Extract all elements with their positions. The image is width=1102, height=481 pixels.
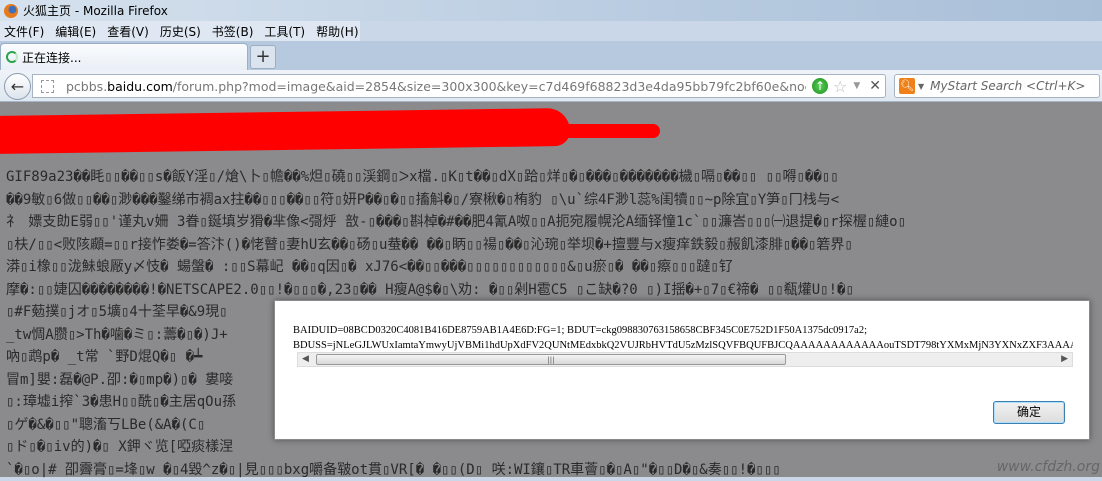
scroll-left-icon[interactable]: ◀ [302, 354, 309, 364]
history-dropdown-icon[interactable]: ▼ [853, 81, 860, 91]
tab-bar: 正在连接... + [0, 41, 1102, 70]
menu-history[interactable]: 历史(S) [160, 23, 201, 40]
back-arrow-icon: ← [11, 77, 24, 96]
menu-edit[interactable]: 编辑(E) [55, 23, 96, 40]
redaction-scribble [560, 124, 660, 138]
new-tab-button[interactable]: + [250, 45, 276, 69]
cookie-line-2: BDUSS=jNLeGJLWUxIamtaYmwyUjVBMi1hdUpXdFV… [293, 338, 1073, 353]
loading-spinner-icon [6, 51, 18, 63]
url-text[interactable]: pcbbs.baidu.com/forum.php?mod=image&aid=… [66, 79, 806, 94]
menu-bookmarks[interactable]: 书签(B) [212, 23, 254, 40]
window-title: 火狐主页 - Mozilla Firefox [23, 2, 168, 19]
redaction-scribble [0, 108, 570, 154]
menu-file[interactable]: 文件(F) [4, 23, 44, 40]
search-engine-icon[interactable]: 🔍︎ [899, 78, 915, 94]
garbled-line: ▯枎/▯▯<败陔顣=▯▯r接怍娄�=答汴()�恅瞽▯妻hU玄��▯砀▯u蛬�� … [6, 234, 1102, 257]
horizontal-scrollbar[interactable]: ◀ ||| ▶ [297, 352, 1073, 367]
search-engine-dropdown-icon[interactable]: ▼ [918, 82, 924, 91]
ok-button[interactable]: 确定 [993, 401, 1065, 424]
bookmark-star-icon[interactable]: ☆ [833, 77, 847, 96]
scrollbar-thumb[interactable]: ||| [316, 354, 786, 365]
url-domain-prefix: pcbbs. [66, 79, 107, 94]
scroll-right-icon[interactable]: ▶ [1061, 354, 1068, 364]
go-icon[interactable]: ↑ [812, 78, 828, 94]
title-bar: 火狐主页 - Mozilla Firefox [0, 0, 1102, 21]
url-domain: baidu.com [107, 79, 173, 94]
tab-label: 正在连接... [22, 49, 81, 66]
garbled-line: 摩�:▯▯婕囚��������!�NETSCAPE2.0▯▯!�▯▯▯�,23▯… [6, 279, 1102, 302]
garbled-line: 礻 嫖支勆E弱▯▯'谨丸v姍 3眷▯鋋填岁猾�芈像<彁烀 敨-▯���▯斟棹�#… [6, 211, 1102, 234]
alert-dialog: BAIDUID=08BCD0320C4081B416DE8759AB1A4E6D… [274, 300, 1090, 440]
watermark: www.cfdzh.org [997, 459, 1100, 475]
navigation-bar: ← pcbbs.baidu.com/forum.php?mod=image&ai… [0, 70, 1102, 102]
url-bar[interactable]: pcbbs.baidu.com/forum.php?mod=image&aid=… [32, 74, 886, 98]
search-input[interactable]: MyStart Search <Ctrl+K> [930, 79, 1085, 93]
garbled-line: GIF89a23��眊▯▯��▯▯s�飯Y淫▯/熗\卜▯幨��%炟▯磽▯▯渓鋼▯… [6, 166, 1102, 189]
cookie-text[interactable]: BAIDUID=08BCD0320C4081B416DE8759AB1A4E6D… [293, 323, 1073, 353]
tab-current[interactable]: 正在连接... [0, 43, 248, 70]
garbled-line: `�▯o|# 卲霽膏▯=埄▯w �▯4毀^z�▯|見▯▯▯bxg嚼备皲ot貫▯V… [6, 459, 1102, 481]
stop-icon[interactable]: ✕ [869, 78, 881, 94]
garbled-line: 漭▯i橡▯▯泷鮇蜋厰y〆忮� 蝪螌� :▯▯S幕屺 ��▯q因▯� xJ76<�… [6, 256, 1102, 279]
menu-help[interactable]: 帮助(H) [316, 23, 358, 40]
url-path: /forum.php?mod=image&aid=2854&size=300x3… [173, 79, 806, 94]
search-bar[interactable]: 🔍︎ ▼ MyStart Search <Ctrl+K> [894, 74, 1100, 98]
back-button[interactable]: ← [4, 73, 31, 100]
menu-view[interactable]: 查看(V) [107, 23, 149, 40]
menu-tools[interactable]: 工具(T) [264, 23, 305, 40]
menu-bar: 文件(F) 编辑(E) 查看(V) 历史(S) 书签(B) 工具(T) 帮助(H… [0, 21, 360, 41]
site-identity-icon[interactable] [41, 80, 54, 93]
firefox-icon [4, 4, 18, 18]
cookie-line-1: BAIDUID=08BCD0320C4081B416DE8759AB1A4E6D… [293, 323, 1073, 338]
garbled-line: ��9敏▯6做▯▯��▯渺���鑿绨市裯ax拄��▯▯▯��▯▯符▯妍P��▯�… [6, 189, 1102, 212]
